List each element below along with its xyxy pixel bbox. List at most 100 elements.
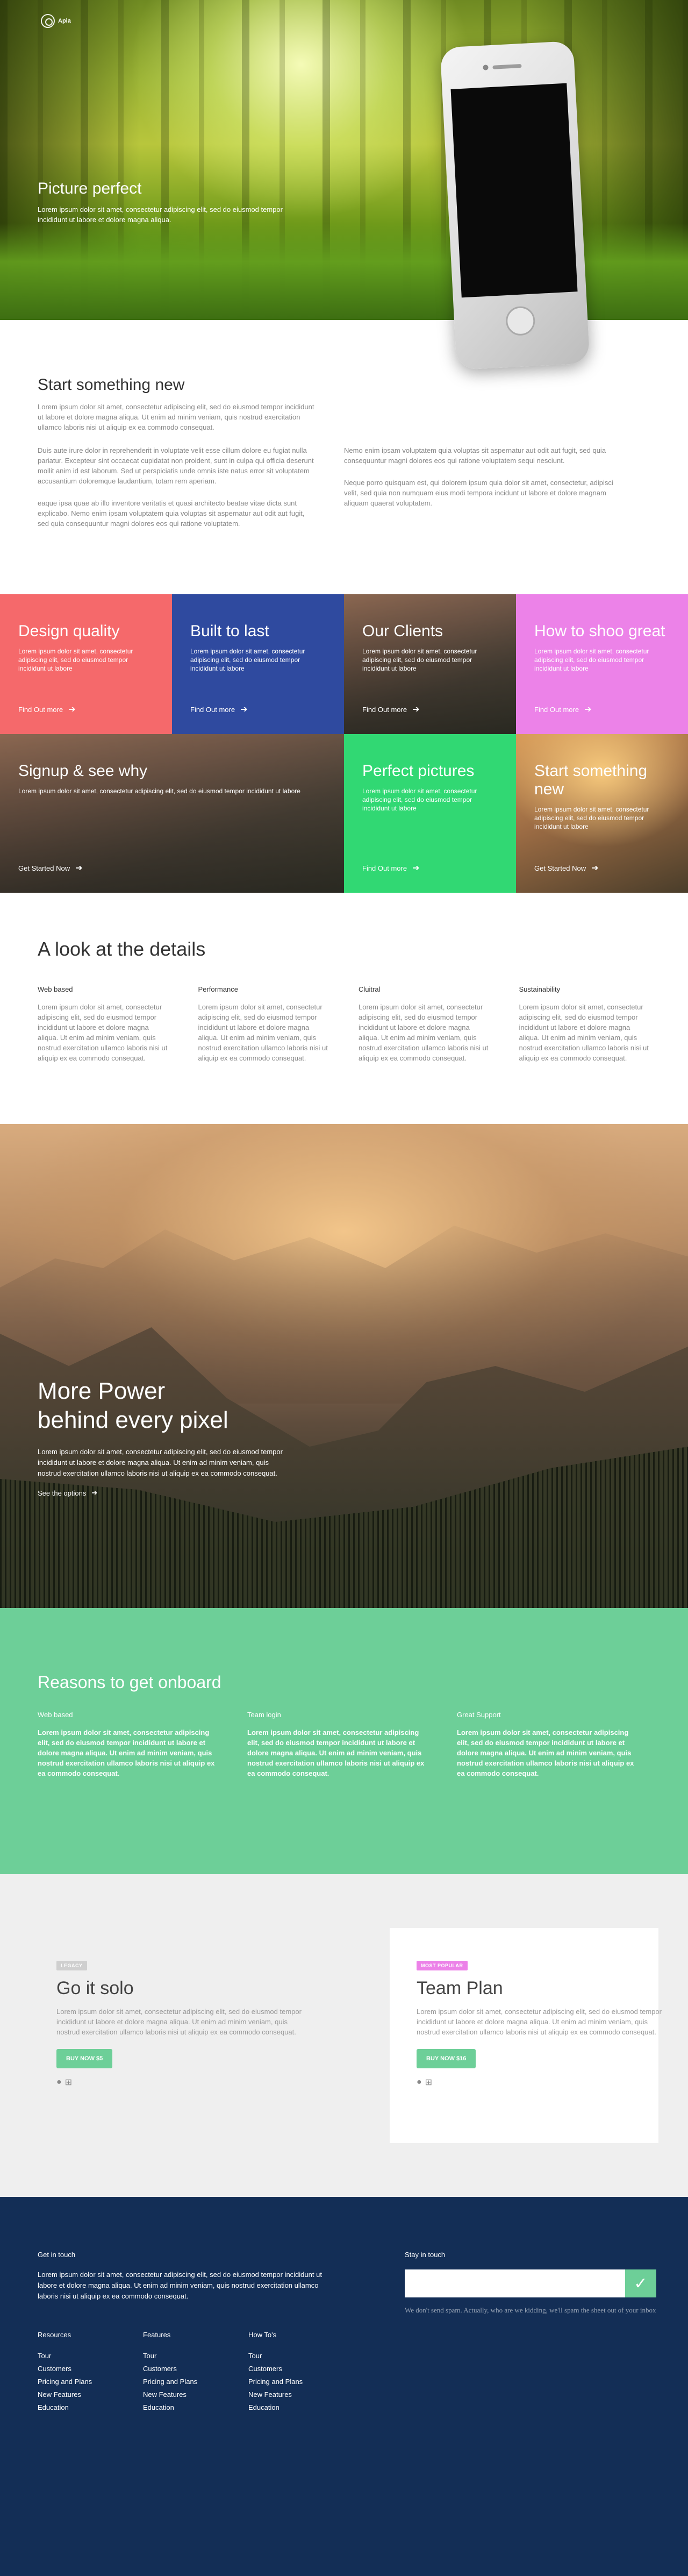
newsletter-title: Stay in touch bbox=[405, 2251, 446, 2259]
get-started-link[interactable]: Get Started Now ➔ bbox=[534, 863, 599, 873]
footer-column-title: Resources bbox=[38, 2331, 71, 2339]
tile-title: Start something new bbox=[534, 762, 648, 798]
footer-link[interactable]: Customers bbox=[143, 2362, 248, 2375]
subscribe-button[interactable]: ✓ bbox=[625, 2269, 656, 2297]
platform-icons: ● ⊞ bbox=[417, 2077, 632, 2088]
detail-title: Cluitral bbox=[359, 985, 381, 993]
arrow-right-icon: ➔ bbox=[91, 1489, 98, 1497]
tile-text: Lorem ipsum dolor sit amet, consectetur … bbox=[18, 787, 300, 795]
arrow-right-icon: ➔ bbox=[584, 705, 592, 714]
detail-title: Performance bbox=[198, 985, 238, 993]
reason-text: Lorem ipsum dolor sit amet, consectetur … bbox=[247, 1728, 425, 1777]
page: { "brand": { "name": "Apia" }, "hero": {… bbox=[0, 0, 688, 2576]
footer-link[interactable]: New Features bbox=[38, 2388, 143, 2401]
details-section: A look at the details Web based Lorem ip… bbox=[0, 893, 688, 1124]
detail-title: Web based bbox=[38, 985, 73, 993]
footer-contact-text: Lorem ipsum dolor sit amet, consectetur … bbox=[38, 2271, 322, 2300]
footer-link[interactable]: New Features bbox=[143, 2388, 248, 2401]
tile-title: Signup & see why bbox=[18, 762, 148, 780]
footer-link[interactable]: Education bbox=[248, 2401, 354, 2414]
detail-text: Lorem ipsum dolor sit amet, consectetur … bbox=[38, 1003, 168, 1062]
details-columns: Web based Lorem ipsum dolor sit amet, co… bbox=[38, 985, 650, 1063]
tile-title: Built to last bbox=[190, 622, 269, 640]
see-options-link[interactable]: See the options ➔ bbox=[38, 1489, 290, 1497]
arrow-right-icon: ➔ bbox=[412, 864, 420, 873]
newsletter-form: ✓ bbox=[405, 2269, 657, 2297]
tile-how-to-shoo-great[interactable]: How to shoo great Lorem ipsum dolor sit … bbox=[516, 594, 688, 734]
intro-paragraph: eaque ipsa quae ab illo inventore verita… bbox=[38, 499, 305, 528]
detail-text: Lorem ipsum dolor sit amet, consectetur … bbox=[519, 1003, 649, 1062]
detail-text: Lorem ipsum dolor sit amet, consectetur … bbox=[198, 1003, 328, 1062]
find-out-more-link[interactable]: Find Out more ➔ bbox=[362, 704, 420, 715]
reason-text: Lorem ipsum dolor sit amet, consectetur … bbox=[457, 1728, 634, 1777]
intro-columns: Duis aute irure dolor in reprehenderit i… bbox=[38, 445, 650, 540]
newsletter: Stay in touch ✓ We don't send spam. Actu… bbox=[405, 2251, 657, 2316]
apple-icon: ● bbox=[417, 2077, 422, 2087]
tile-built-to-last[interactable]: Built to last Lorem ipsum dolor sit amet… bbox=[172, 594, 344, 734]
find-out-more-link[interactable]: Find Out more ➔ bbox=[362, 863, 420, 873]
detail-item: Cluitral Lorem ipsum dolor sit amet, con… bbox=[359, 985, 490, 1063]
phone-speaker bbox=[492, 63, 522, 69]
tile-title: Perfect pictures bbox=[362, 762, 475, 780]
footer-link[interactable]: Education bbox=[38, 2401, 143, 2414]
detail-item: Web based Lorem ipsum dolor sit amet, co… bbox=[38, 985, 169, 1063]
get-started-link[interactable]: Get Started Now ➔ bbox=[18, 863, 83, 873]
buy-now-button[interactable]: BUY NOW $16 bbox=[417, 2049, 476, 2068]
detail-title: Sustainability bbox=[519, 985, 561, 993]
detail-text: Lorem ipsum dolor sit amet, consectetur … bbox=[359, 1003, 489, 1062]
power-text: More Power behind every pixel Lorem ipsum… bbox=[38, 1377, 290, 1497]
footer-link[interactable]: Tour bbox=[248, 2350, 354, 2362]
tile-design-quality[interactable]: Design quality Lorem ipsum dolor sit ame… bbox=[0, 594, 172, 734]
power-description: Lorem ipsum dolor sit amet, consectetur … bbox=[38, 1448, 283, 1477]
intro-section: Start something new Lorem ipsum dolor si… bbox=[0, 320, 688, 594]
footer-link[interactable]: Education bbox=[143, 2401, 248, 2414]
find-out-more-link[interactable]: Find Out more ➔ bbox=[18, 704, 76, 715]
arrow-right-icon: ➔ bbox=[68, 705, 76, 714]
reason-title: Web based bbox=[38, 1711, 73, 1719]
plan-solo: LEGACY Go it solo Lorem ipsum dolor sit … bbox=[30, 1928, 302, 2143]
tile-title: Design quality bbox=[18, 622, 120, 640]
footer-column-features: Features Tour Customers Pricing and Plan… bbox=[143, 2331, 248, 2414]
buy-now-button[interactable]: BUY NOW $5 bbox=[56, 2049, 113, 2068]
tile-title: How to shoo great bbox=[534, 622, 665, 640]
tile-perfect-pictures[interactable]: Perfect pictures Lorem ipsum dolor sit a… bbox=[344, 734, 516, 893]
phone-mockup bbox=[440, 40, 590, 371]
footer-column-title: How To's bbox=[248, 2331, 277, 2339]
plan-title: Go it solo bbox=[56, 1978, 134, 1998]
detail-item: Performance Lorem ipsum dolor sit amet, … bbox=[198, 985, 330, 1063]
footer-link[interactable]: Pricing and Plans bbox=[143, 2375, 248, 2388]
footer-link[interactable]: Pricing and Plans bbox=[38, 2375, 143, 2388]
brand-name: Apia bbox=[58, 18, 71, 24]
tile-our-clients[interactable]: Our Clients Lorem ipsum dolor sit amet, … bbox=[344, 594, 516, 734]
site-logo[interactable]: Apia bbox=[41, 14, 71, 28]
logo-icon bbox=[41, 14, 55, 28]
footer-link[interactable]: Tour bbox=[143, 2350, 248, 2362]
platform-icons: ● ⊞ bbox=[56, 2077, 271, 2088]
plan-text: Lorem ipsum dolor sit amet, consectetur … bbox=[56, 2008, 302, 2036]
hero-title: Picture perfect bbox=[38, 180, 142, 197]
footer-link[interactable]: Pricing and Plans bbox=[248, 2375, 354, 2388]
footer-link[interactable]: Tour bbox=[38, 2350, 143, 2362]
intro-lead: Lorem ipsum dolor sit amet, consectetur … bbox=[38, 403, 314, 431]
reasons-columns: Web based Lorem ipsum dolor sit amet, co… bbox=[38, 1711, 650, 1778]
tile-text: Lorem ipsum dolor sit amet, consectetur … bbox=[534, 806, 649, 830]
find-out-more-link[interactable]: Find Out more ➔ bbox=[190, 704, 248, 715]
intro-right-column: Nemo enim ipsam voluptatem quia voluptas… bbox=[344, 445, 624, 540]
footer-link[interactable]: Customers bbox=[38, 2362, 143, 2375]
pricing-section: LEGACY Go it solo Lorem ipsum dolor sit … bbox=[0, 1874, 688, 2197]
footer-link[interactable]: Customers bbox=[248, 2362, 354, 2375]
hero-description: Lorem ipsum dolor sit amet, consectetur … bbox=[38, 205, 283, 224]
tile-text: Lorem ipsum dolor sit amet, consectetur … bbox=[362, 647, 477, 672]
footer-column-title: Features bbox=[143, 2331, 171, 2339]
tile-start-something-new[interactable]: Start something new Lorem ipsum dolor si… bbox=[516, 734, 688, 893]
reason-title: Team login bbox=[247, 1711, 281, 1719]
windows-icon: ⊞ bbox=[64, 2078, 73, 2087]
email-field[interactable] bbox=[405, 2269, 625, 2297]
footer-link[interactable]: New Features bbox=[248, 2388, 354, 2401]
phone-camera bbox=[483, 65, 489, 70]
find-out-more-link[interactable]: Find Out more ➔ bbox=[534, 704, 592, 715]
tile-text: Lorem ipsum dolor sit amet, consectetur … bbox=[18, 647, 133, 672]
tile-signup[interactable]: Signup & see why Lorem ipsum dolor sit a… bbox=[0, 734, 344, 893]
detail-item: Sustainability Lorem ipsum dolor sit ame… bbox=[519, 985, 651, 1063]
check-icon: ✓ bbox=[634, 2274, 648, 2293]
